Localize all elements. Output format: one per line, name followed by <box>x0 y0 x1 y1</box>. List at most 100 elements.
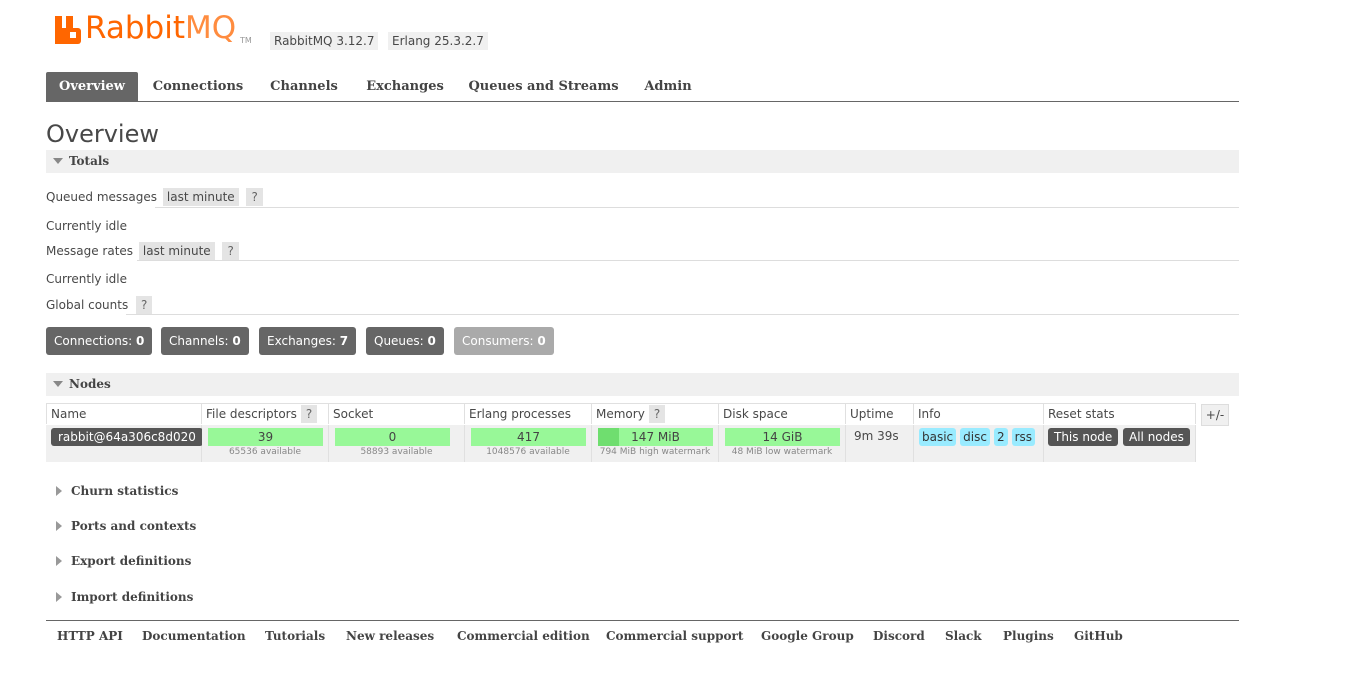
count-label: Queues: <box>374 334 424 348</box>
queued-messages-label: Queued messages <box>46 190 158 204</box>
footer-link-discord[interactable]: Discord <box>873 629 925 643</box>
erlang-processes-available: 1048576 available <box>486 447 570 457</box>
footer-link-google-group[interactable]: Google Group <box>761 629 854 643</box>
footer-link-new-releases[interactable]: New releases <box>346 629 434 643</box>
info-cell: basic disc 2 rss <box>914 425 1044 462</box>
column-header-disk-space: Disk space <box>719 403 846 424</box>
info-tag: 2 <box>993 428 1008 446</box>
totals-heading: Totals <box>69 154 110 168</box>
erlang-processes-value: 417 <box>517 430 540 444</box>
divider <box>155 207 1239 208</box>
column-header-socket-descriptors: Socket descriptors? <box>329 403 465 444</box>
tab-overview[interactable]: Overview <box>46 72 138 101</box>
memory-cell: 147 MiB 794 MiB high watermark <box>592 425 719 462</box>
footer-link-commercial-support[interactable]: Commercial support <box>606 629 743 643</box>
memory-help[interactable]: ? <box>648 405 666 423</box>
column-header-reset-stats: Reset stats <box>1044 403 1196 424</box>
ports-and-contexts-toggle[interactable]: Ports and contexts <box>46 517 196 535</box>
toggle-columns-button[interactable]: +/- <box>1201 404 1229 426</box>
logo-light: MQ <box>184 10 237 46</box>
churn-statistics-toggle[interactable]: Churn statistics <box>46 482 178 500</box>
erlang-processes-cell: 417 1048576 available <box>465 425 592 462</box>
file-descriptors-cell: 39 65536 available <box>202 425 329 462</box>
exchanges-count-button[interactable]: Exchanges: 7 <box>259 327 357 355</box>
logo-trademark: TM <box>240 36 252 45</box>
footer-link-tutorials[interactable]: Tutorials <box>265 629 325 643</box>
footer-link-plugins[interactable]: Plugins <box>1003 629 1054 643</box>
message-rates-range[interactable]: last minute <box>138 242 215 260</box>
socket-descriptors-bar: 0 <box>335 428 450 446</box>
totals-section-toggle[interactable]: Totals <box>46 150 1239 173</box>
info-tags: basic disc 2 rss <box>919 428 1039 446</box>
file-descriptors-help[interactable]: ? <box>300 405 318 423</box>
count-value: 0 <box>537 334 546 348</box>
queues-count-button[interactable]: Queues: 0 <box>366 327 444 355</box>
queued-messages-help[interactable]: ? <box>246 188 263 206</box>
tab-channels[interactable]: Channels <box>264 72 344 101</box>
file-descriptors-bar: 39 <box>208 428 323 446</box>
footer-link-github[interactable]: GitHub <box>1074 629 1123 643</box>
footer: HTTP API Documentation Tutorials New rel… <box>46 620 1239 653</box>
disk-space-value: 14 GiB <box>762 430 803 444</box>
tab-connections[interactable]: Connections <box>148 72 248 101</box>
logo-bold: Rabbit <box>85 10 185 46</box>
disk-space-low-watermark: 48 MiB low watermark <box>731 447 833 457</box>
queued-status: Currently idle <box>46 219 127 233</box>
footer-link-slack[interactable]: Slack <box>945 629 982 643</box>
memory-value: 147 MiB <box>631 430 680 444</box>
footer-link-commercial-edition[interactable]: Commercial edition <box>457 629 590 643</box>
erlang-processes-bar: 417 <box>471 428 586 446</box>
connections-count-button[interactable]: Connections: 0 <box>46 327 153 355</box>
export-definitions-toggle[interactable]: Export definitions <box>46 552 191 570</box>
info-tag: rss <box>1011 428 1036 446</box>
queued-messages-range[interactable]: last minute <box>162 188 239 206</box>
tab-admin[interactable]: Admin <box>636 72 700 101</box>
node-name-cell: rabbit@64a306c8d020 <box>46 425 203 462</box>
divider <box>126 314 1239 315</box>
info-tag: disc <box>960 428 990 446</box>
expanded-triangle-icon <box>53 381 63 387</box>
message-rates-help[interactable]: ? <box>222 242 239 260</box>
memory-bar-fill <box>598 428 620 446</box>
info-tag: basic <box>919 428 957 446</box>
socket-descriptors-cell: 0 58893 available <box>329 425 465 462</box>
import-definitions-toggle[interactable]: Import definitions <box>46 588 193 606</box>
disk-space-bar: 14 GiB <box>725 428 840 446</box>
section-label: Export definitions <box>71 554 192 568</box>
app-header: RabbitMQ TM RabbitMQ 3.12.7 Erlang 25.3.… <box>55 10 755 54</box>
memory-high-watermark: 794 MiB high watermark <box>599 447 711 457</box>
logo-text: RabbitMQ <box>85 10 236 46</box>
count-value: 0 <box>427 334 436 348</box>
reset-all-nodes-button[interactable]: All nodes <box>1123 428 1190 446</box>
count-value: 0 <box>136 334 145 348</box>
count-value: 7 <box>339 334 349 348</box>
page-title: Overview <box>46 120 159 148</box>
column-header-memory: Memory? <box>592 403 719 424</box>
uptime-cell: 9m 39s <box>846 425 914 462</box>
section-label: Ports and contexts <box>71 519 197 533</box>
consumers-count-button[interactable]: Consumers: 0 <box>454 327 554 355</box>
node-name-link[interactable]: rabbit@64a306c8d020 <box>51 428 203 446</box>
expanded-triangle-icon <box>53 158 63 164</box>
reset-this-node-button[interactable]: This node <box>1048 428 1119 446</box>
collapsed-triangle-icon <box>56 486 62 496</box>
rabbitmq-version: RabbitMQ 3.12.7 <box>270 32 379 50</box>
global-counts-help[interactable]: ? <box>136 296 153 314</box>
rabbitmq-logo-icon <box>55 16 81 44</box>
tab-queues-and-streams[interactable]: Queues and Streams <box>466 72 621 101</box>
footer-link-http-api[interactable]: HTTP API <box>57 629 123 643</box>
column-header-info: Info <box>914 403 1044 424</box>
global-counts-row: Global counts ? <box>46 296 153 314</box>
collapsed-triangle-icon <box>56 521 62 531</box>
column-header-name: Name <box>46 403 202 424</box>
queued-messages-row: Queued messages last minute ? <box>46 188 263 206</box>
tab-exchanges[interactable]: Exchanges <box>360 72 450 101</box>
count-label: Exchanges: <box>267 334 336 348</box>
footer-link-documentation[interactable]: Documentation <box>142 629 246 643</box>
channels-count-button[interactable]: Channels: 0 <box>161 327 249 355</box>
nodes-section-toggle[interactable]: Nodes <box>46 373 1239 396</box>
divider <box>137 260 1239 261</box>
global-counts-label: Global counts <box>46 298 129 312</box>
count-value: 0 <box>232 334 241 348</box>
column-header-erlang-processes: Erlang processes <box>465 403 592 424</box>
